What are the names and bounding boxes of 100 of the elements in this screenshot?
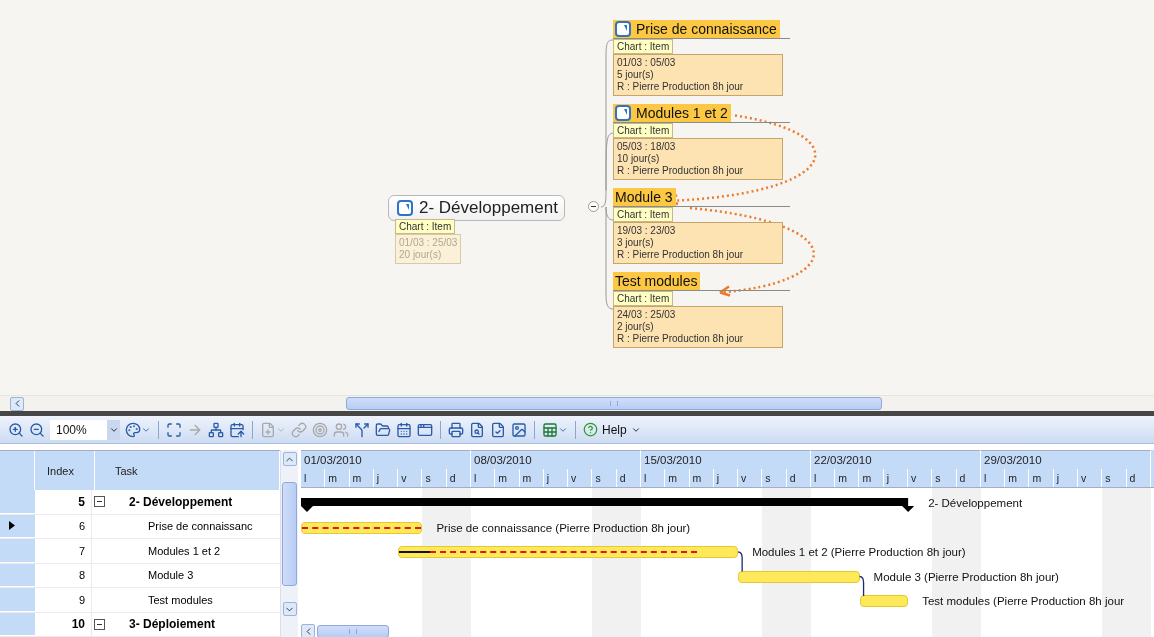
calendar-icon[interactable] (396, 421, 412, 438)
day-header: j (713, 469, 739, 487)
chart-tag: Chart : Item (613, 291, 674, 306)
day-header: v (398, 469, 423, 487)
bar-label: Prise de connaissance (Pierre Production 8h jour) (436, 521, 691, 534)
print-check-icon[interactable] (490, 421, 506, 438)
subtopic-node[interactable]: Prise de connaissance (613, 20, 780, 38)
day-header: s (592, 469, 617, 487)
fit-icon[interactable] (166, 421, 182, 438)
calendar-upload-icon[interactable] (229, 421, 245, 438)
root-topic-node[interactable]: 2- Développement (388, 195, 565, 221)
day-header: m (665, 469, 690, 487)
dependency-connector (737, 551, 743, 573)
scrollbar-thumb[interactable] (317, 624, 389, 637)
day-header: m (519, 469, 544, 487)
day-header: d (786, 469, 811, 487)
day-header: s (422, 469, 447, 487)
row-selector[interactable] (0, 514, 35, 538)
bar-label: 2- Développement (928, 497, 1023, 510)
scrollbar-thumb[interactable] (346, 397, 882, 410)
day-header: d (616, 469, 641, 487)
table-cell-text: Prise de connaissanc (147, 519, 254, 535)
day-header: j (373, 469, 399, 487)
day-header: m (325, 469, 350, 487)
day-header: l (470, 469, 496, 487)
day-header: m (1029, 469, 1054, 487)
day-header: s (932, 469, 957, 487)
day-header: m (1005, 469, 1030, 487)
task-info: 19/03 : 23/03 3 jour(s) R : Pierre Production 8h jour (613, 222, 783, 264)
day-header: v (738, 469, 763, 487)
spreadsheet-icon[interactable] (542, 421, 568, 438)
table-cell-text: 3- Déploiement (128, 616, 216, 634)
subtopic-node[interactable]: Module 3 (613, 188, 676, 206)
current-row-icon (9, 521, 15, 531)
collapse-icon[interactable] (94, 496, 105, 508)
day-header: j (1053, 469, 1078, 487)
task-bar[interactable] (398, 546, 739, 559)
task-info: 01/03 : 25/03 20 jour(s) (395, 234, 462, 264)
day-header: m (349, 469, 374, 487)
table-cell-text: Test modules (147, 592, 214, 608)
chart-tag: Chart : Item (613, 207, 674, 222)
subtopic-node[interactable]: Modules 1 et 2 (613, 104, 731, 122)
split-icon[interactable] (354, 421, 370, 438)
help-icon (583, 422, 598, 437)
day-header: j (543, 469, 569, 487)
day-header: j (883, 469, 909, 487)
day-header: v (908, 469, 933, 487)
table-cell-text: 8 (77, 568, 86, 584)
day-header: m (495, 469, 520, 487)
bar-label: Module 3 (Pierre Production 8h jour) (873, 570, 1059, 583)
day-header: l (640, 469, 666, 487)
scrollbar-thumb[interactable] (282, 482, 297, 586)
table-cell-text: 5 (77, 493, 86, 511)
table-cell-text: 7 (77, 543, 86, 559)
network-icon[interactable] (208, 421, 224, 438)
scroll-left-button[interactable] (301, 624, 315, 637)
summary-bar[interactable] (301, 498, 915, 514)
image-icon[interactable] (511, 421, 527, 438)
collapse-icon[interactable] (94, 618, 105, 630)
day-header: l (980, 469, 1006, 487)
task-info: 24/03 : 25/03 2 jour(s) R : Pierre Production 8h jour (613, 306, 783, 348)
column-header[interactable]: Index (35, 451, 95, 490)
task-bar[interactable] (301, 521, 423, 534)
zoom-in-icon[interactable] (8, 421, 24, 438)
scroll-left-button[interactable] (10, 396, 24, 411)
chart-tag: Chart : Item (395, 219, 456, 234)
day-header: s (1102, 469, 1127, 487)
day-header: m (859, 469, 884, 487)
table-cell-text: 10 (70, 616, 86, 634)
scroll-up-button[interactable] (282, 452, 297, 466)
scroll-down-button[interactable] (282, 602, 297, 616)
table-cell-text: 9 (77, 592, 86, 608)
bar-label: Modules 1 et 2 (Pierre Production 8h jour) (752, 546, 966, 559)
day-header: d (446, 469, 471, 487)
task-icon (397, 200, 413, 216)
subtopic-node[interactable]: Test modules (613, 272, 701, 290)
palette-icon[interactable] (125, 421, 151, 438)
task-info: 05/03 : 18/03 10 jour(s) R : Pierre Production 8h jour (613, 138, 783, 180)
help-button[interactable]: Help (583, 422, 641, 437)
print-preview-icon[interactable] (469, 421, 485, 438)
chart-tag: Chart : Item (613, 123, 674, 138)
day-header: v (568, 469, 593, 487)
day-header: l (301, 469, 326, 487)
table-cell-text: 2- Développement (128, 493, 234, 511)
day-header: m (689, 469, 714, 487)
folder-icon[interactable] (375, 421, 391, 438)
day-header: v (1078, 469, 1103, 487)
chart-tag: Chart : Item (613, 39, 674, 54)
task-info: 01/03 : 05/03 5 jour(s) R : Pierre Production 8h jour (613, 54, 783, 96)
table-cell-text: Modules 1 et 2 (147, 543, 222, 559)
printer-icon[interactable] (448, 421, 464, 438)
bar-label: Test modules (Pierre Production 8h jour (922, 595, 1125, 608)
window-icon[interactable] (417, 421, 433, 438)
zoom-field[interactable]: 100% (50, 419, 120, 440)
collapse-icon[interactable] (588, 201, 599, 212)
day-header: l (810, 469, 836, 487)
day-header: m (835, 469, 860, 487)
zoom-out-icon[interactable] (29, 421, 45, 438)
day-header: d (1126, 469, 1151, 487)
task-icon (615, 105, 631, 121)
